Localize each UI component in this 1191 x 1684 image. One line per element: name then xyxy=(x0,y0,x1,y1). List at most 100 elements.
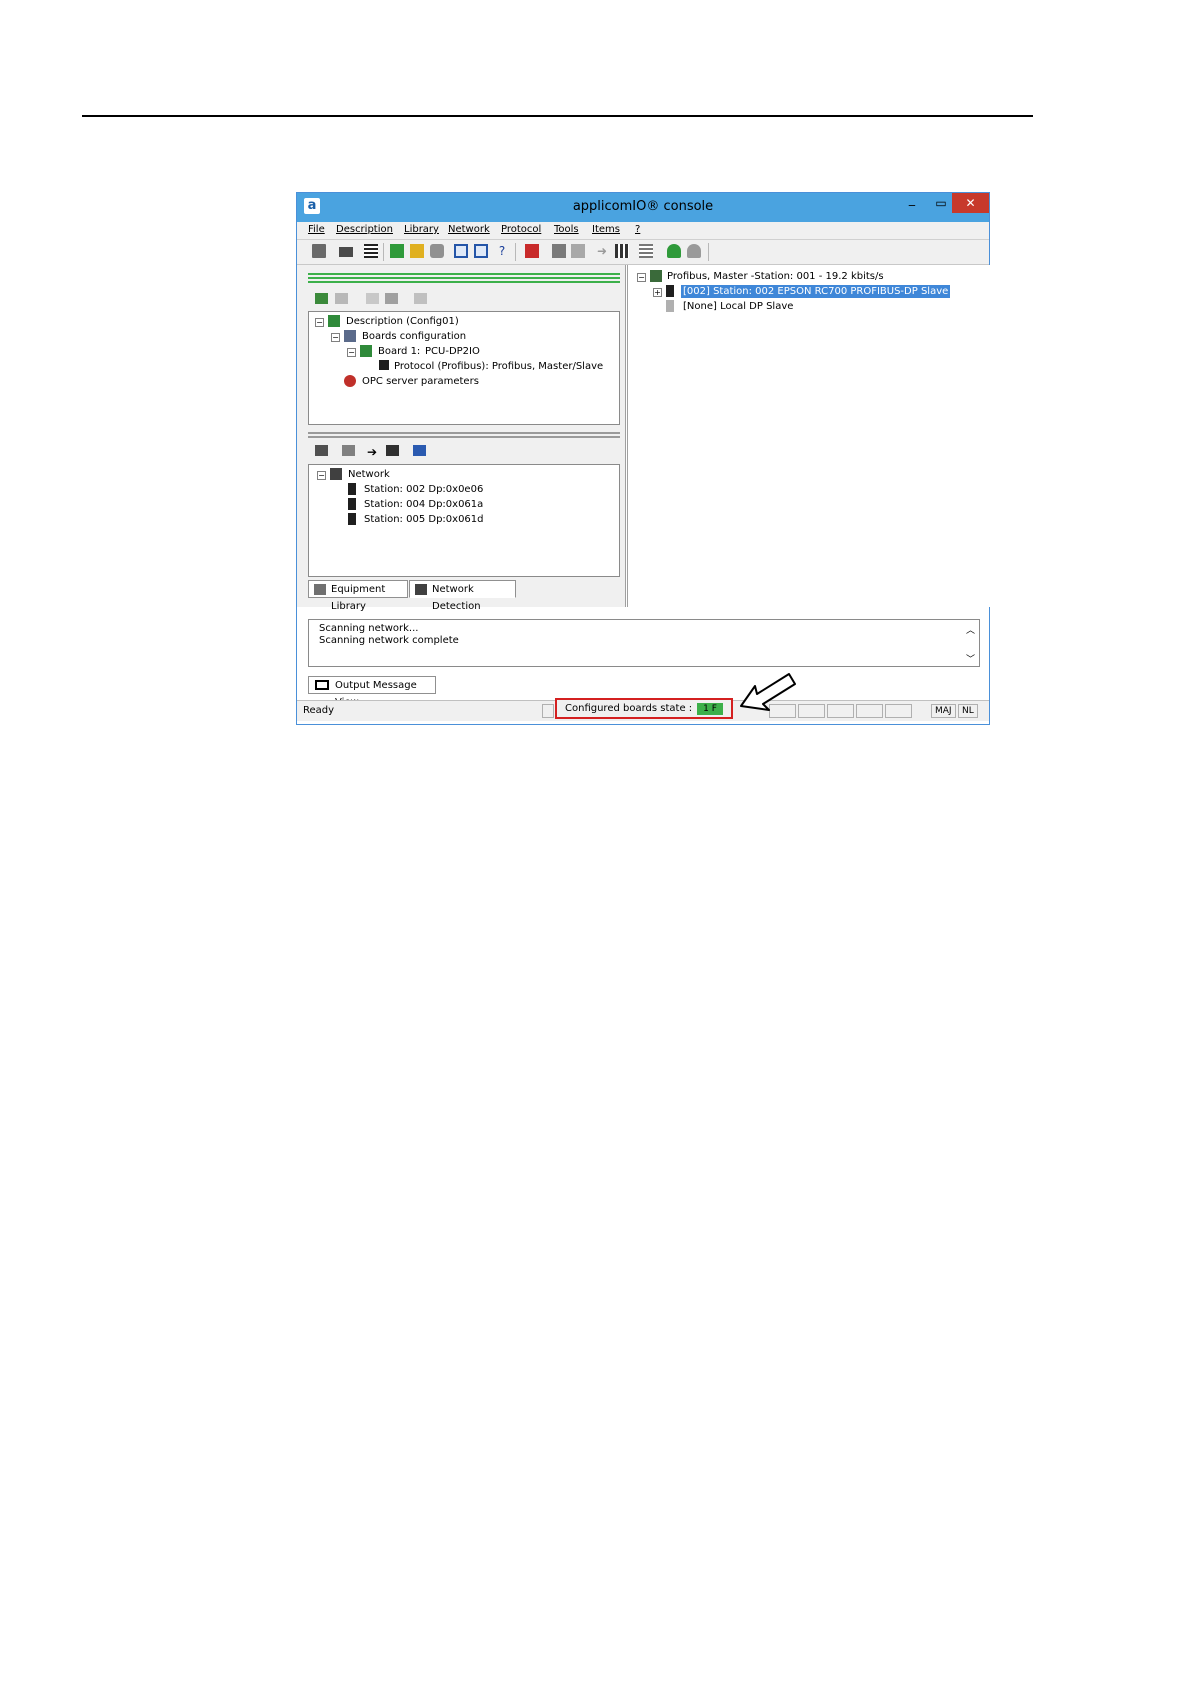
left-pane-tabs: Equipment Library Network Detection xyxy=(308,580,620,612)
arrow-right-icon[interactable]: ➜ xyxy=(595,244,609,258)
description-tree: − Description (Config01) − Boards config… xyxy=(308,311,620,425)
tab-equipment-library[interactable]: Equipment Library xyxy=(308,580,408,612)
network-station[interactable]: Station: 004 Dp:0x061a xyxy=(364,498,483,511)
edit-icon[interactable] xyxy=(342,445,355,456)
menu-help[interactable]: ? xyxy=(635,224,640,235)
tree-board-name: PCU-DP2IO xyxy=(425,346,480,357)
remove-board-icon[interactable] xyxy=(335,293,348,304)
minimize-button[interactable]: ‒ xyxy=(898,195,926,215)
tree-description-root[interactable]: Description (Config01) xyxy=(346,315,459,328)
collapse-icon[interactable]: − xyxy=(637,273,646,282)
network-settings-icon[interactable] xyxy=(413,445,426,456)
menu-description[interactable]: Description xyxy=(336,224,393,235)
network-station[interactable]: Station: 002 Dp:0x0e06 xyxy=(364,483,483,496)
tree-protocol[interactable]: Protocol (Profibus): Profibus, Master/Sl… xyxy=(394,360,603,373)
properties-icon[interactable] xyxy=(414,293,427,304)
status-ready: Ready xyxy=(303,705,335,716)
splitter[interactable] xyxy=(308,432,620,434)
status-bar: Ready Configured boards state : 1 F MAJ … xyxy=(297,698,989,721)
tree-selected-station[interactable]: [002] Station: 002 EPSON RC700 PROFIBUS-… xyxy=(681,285,951,298)
config-icon xyxy=(328,315,340,327)
network-tree: − Network Station: 002 Dp:0x0e06 Station… xyxy=(308,464,620,577)
menu-network[interactable]: Network xyxy=(448,224,490,235)
configured-boards-label: Configured boards state : xyxy=(565,703,693,714)
progress-stripe xyxy=(308,281,620,283)
tree-opc-server[interactable]: OPC server parameters xyxy=(362,375,479,388)
tab-network-detection[interactable]: Network Detection xyxy=(409,580,516,612)
station-icon xyxy=(348,498,356,510)
status-pane xyxy=(798,704,825,718)
save-icon[interactable] xyxy=(312,244,326,258)
local-slave-icon xyxy=(666,300,674,312)
toolbar-separator xyxy=(708,243,709,261)
protocol-icon xyxy=(379,360,389,370)
flag-icon[interactable] xyxy=(390,244,404,258)
menu-tools[interactable]: Tools xyxy=(554,224,579,235)
scroll-up-icon[interactable]: ︿ xyxy=(966,623,975,636)
board-icon xyxy=(360,345,372,357)
menu-library[interactable]: Library xyxy=(404,224,439,235)
tree-board-1[interactable]: Board 1: xyxy=(378,345,420,358)
copy-icon[interactable] xyxy=(366,293,379,304)
tree-boards-configuration[interactable]: Boards configuration xyxy=(362,330,466,343)
maximize-button[interactable]: ▭ xyxy=(927,193,955,213)
add-board-icon[interactable] xyxy=(315,293,328,304)
splitter[interactable] xyxy=(308,436,620,438)
profibus-icon xyxy=(650,270,662,282)
insert-arrow-icon[interactable]: ➔ xyxy=(367,446,380,458)
configured-boards-state-highlight: Configured boards state : 1 F xyxy=(555,698,733,719)
green-device-icon[interactable] xyxy=(667,244,681,258)
collapse-icon[interactable]: − xyxy=(347,348,356,357)
grey-device-icon[interactable] xyxy=(687,244,701,258)
view-left-icon[interactable] xyxy=(454,244,468,258)
slave-icon xyxy=(666,285,674,297)
window-title: applicomIO® console xyxy=(572,199,714,214)
collapse-icon[interactable]: − xyxy=(315,318,324,327)
close-button[interactable]: ✕ xyxy=(952,193,989,213)
tree-network-root[interactable]: Network xyxy=(348,468,390,481)
collapse-icon[interactable]: − xyxy=(317,471,326,480)
table-icon[interactable] xyxy=(410,244,424,258)
tree-local-slave[interactable]: [None] Local DP Slave xyxy=(683,300,793,313)
network-station[interactable]: Station: 005 Dp:0x061d xyxy=(364,513,484,526)
grid-icon[interactable] xyxy=(615,244,629,258)
app-window: a applicomIO® console ‒ ▭ ✕ File Descrip… xyxy=(296,192,990,725)
progress-stripe xyxy=(308,277,620,279)
expand-icon[interactable]: + xyxy=(653,288,662,297)
status-pane xyxy=(885,704,912,718)
status-nl: NL xyxy=(958,704,978,718)
camera-icon[interactable] xyxy=(430,244,444,258)
download-icon[interactable] xyxy=(552,244,566,258)
help-icon[interactable]: ? xyxy=(495,244,509,258)
station-icon xyxy=(348,513,356,525)
red-book-icon[interactable] xyxy=(525,244,539,258)
view-right-icon[interactable] xyxy=(474,244,488,258)
tree-profibus-master[interactable]: Profibus, Master -Station: 001 - 19.2 kb… xyxy=(667,270,884,283)
station-icon xyxy=(348,483,356,495)
boards-icon xyxy=(344,330,356,342)
tab-output-message-view[interactable]: Output Message View xyxy=(308,676,436,708)
network-scan-icon[interactable] xyxy=(315,445,328,456)
output-line: Scanning network... xyxy=(319,623,419,634)
status-pane xyxy=(856,704,883,718)
title-bar[interactable]: a applicomIO® console ‒ ▭ ✕ xyxy=(297,193,989,222)
menu-items[interactable]: Items xyxy=(592,224,620,235)
menu-protocol[interactable]: Protocol xyxy=(501,224,541,235)
scroll-down-icon[interactable]: ﹀ xyxy=(966,652,975,665)
menu-bar: File Description Library Network Protoco… xyxy=(297,222,989,240)
menu-file[interactable]: File xyxy=(308,224,325,235)
paste-icon[interactable] xyxy=(385,293,398,304)
toolbar: ? ➜ xyxy=(297,240,989,265)
upload-icon[interactable] xyxy=(571,244,585,258)
progress-stripe xyxy=(308,273,620,275)
output-window-icon xyxy=(315,680,329,690)
status-maj: MAJ xyxy=(931,704,956,718)
collapse-icon[interactable]: − xyxy=(331,333,340,342)
print-icon[interactable] xyxy=(339,247,353,257)
transfer-icon[interactable] xyxy=(364,244,378,258)
insert-all-icon[interactable] xyxy=(386,445,399,456)
toolbar-separator xyxy=(515,243,516,261)
list-icon[interactable] xyxy=(639,244,653,258)
right-pane: − Profibus, Master -Station: 001 - 19.2 … xyxy=(627,265,990,607)
status-pane xyxy=(827,704,854,718)
